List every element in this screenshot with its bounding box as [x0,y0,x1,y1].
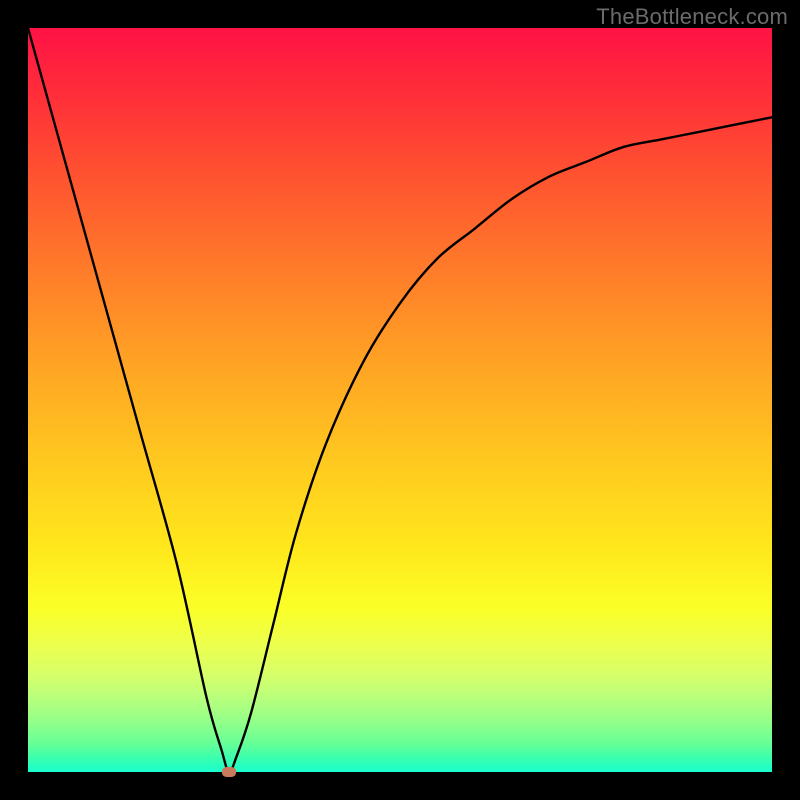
min-marker [222,767,236,777]
watermark-text: TheBottleneck.com [596,4,788,30]
chart-frame: TheBottleneck.com [0,0,800,800]
curve-svg [28,28,772,772]
bottleneck-curve-path [28,28,772,772]
plot-area [28,28,772,772]
